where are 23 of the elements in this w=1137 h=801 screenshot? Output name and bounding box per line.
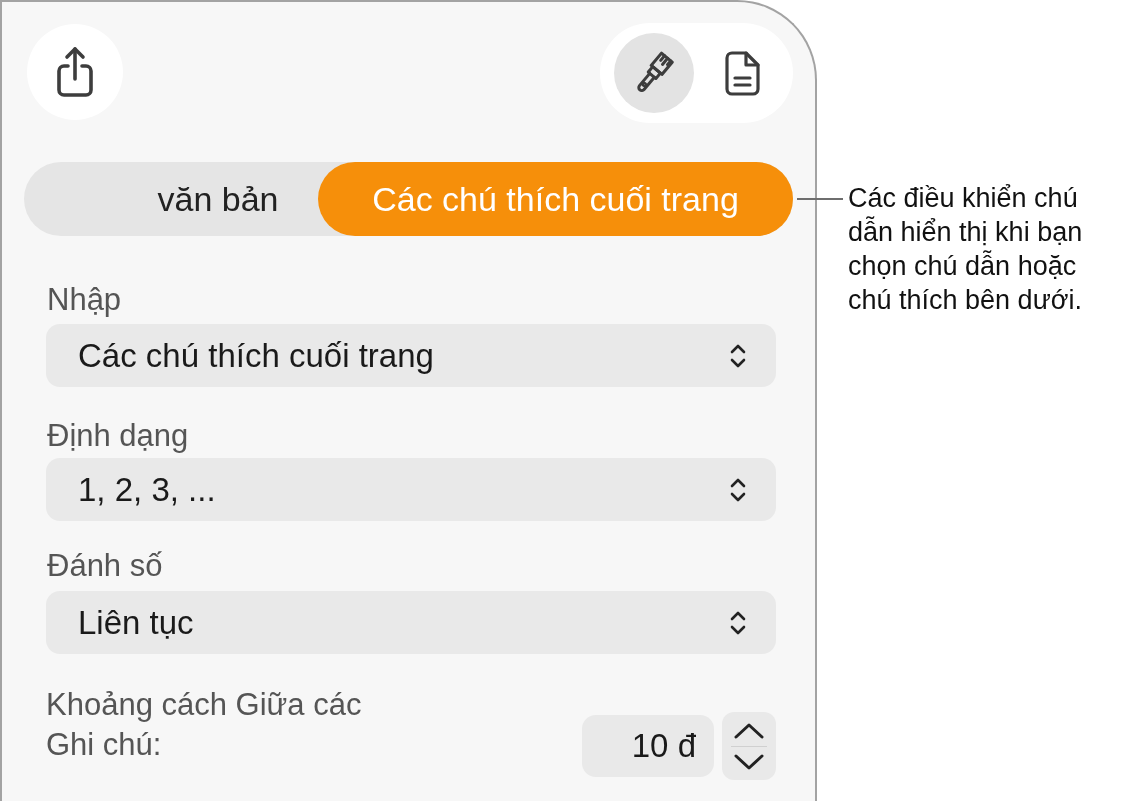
share-icon — [55, 45, 95, 99]
chevron-down-icon[interactable] — [733, 752, 765, 771]
chevron-up-icon[interactable] — [733, 721, 765, 740]
popup-button[interactable]: 1, 2, 3, ... — [46, 458, 776, 521]
popup-value: Liên tục — [78, 602, 194, 643]
chevron-up-down-icon — [730, 476, 746, 503]
chevron-up-down-icon — [730, 342, 746, 369]
document-icon — [723, 50, 761, 96]
popup-value: Các chú thích cuối trang — [78, 335, 434, 376]
popup-button[interactable]: Các chú thích cuối trang — [46, 324, 776, 387]
callout-text: Các điều khiển chú dẫn hiển thị khi bạn chọn chú dẫn hoặc chú thích bên dưới. — [848, 182, 1084, 317]
field-label: Định dạng — [46, 418, 190, 454]
field-label: Khoảng cách Giữa các Ghi chú: — [46, 686, 363, 764]
spacing-field[interactable]: 10 đ — [582, 715, 714, 777]
popup-value: 1, 2, 3, ... — [78, 469, 216, 510]
stepper[interactable] — [722, 712, 776, 780]
callout-line — [797, 198, 843, 200]
field-label: Đánh số — [46, 548, 164, 584]
field-label: Nhập — [46, 282, 123, 318]
chevron-up-down-icon — [730, 609, 746, 636]
format-button[interactable] — [614, 33, 694, 113]
popup-button[interactable]: Liên tục — [46, 591, 776, 654]
segment-tab[interactable]: văn bản — [24, 162, 318, 236]
